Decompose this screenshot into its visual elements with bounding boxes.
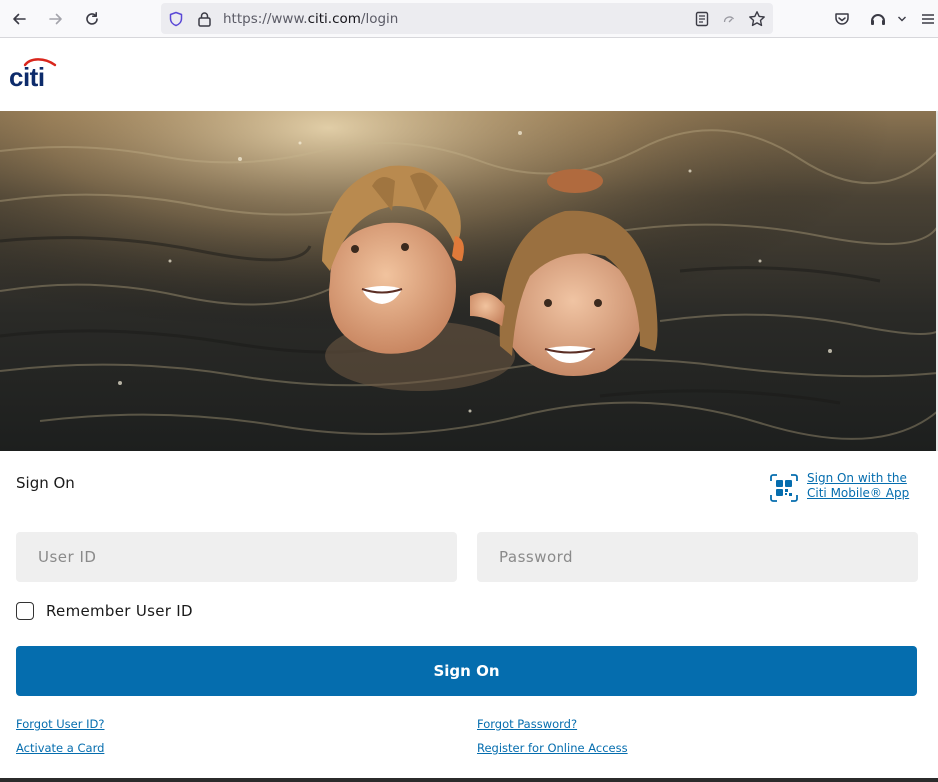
reload-icon[interactable] [82, 9, 102, 29]
url-host: citi.com [307, 11, 361, 27]
password-input[interactable] [477, 532, 918, 582]
url-path: /login [360, 11, 399, 27]
sign-on-heading: Sign On [16, 474, 75, 492]
mobile-link-text: Sign On with the Citi Mobile® App [807, 471, 909, 501]
browser-toolbar: https://www.citi.com/login [0, 0, 938, 38]
chevron-down-icon[interactable] [895, 12, 909, 26]
menu-icon[interactable] [919, 10, 937, 28]
remember-label: Remember User ID [46, 602, 193, 620]
activate-card-link[interactable]: Activate a Card [16, 741, 104, 755]
sign-on-mobile-app-link[interactable]: Sign On with the Citi Mobile® App [770, 471, 920, 505]
qr-code-icon [770, 474, 798, 506]
permissions-icon[interactable] [720, 10, 738, 28]
window-bottom-edge [0, 778, 938, 782]
reader-view-icon[interactable] [693, 10, 711, 28]
tracking-protection-shield-icon[interactable] [167, 10, 185, 28]
svg-text:citi: citi [9, 62, 45, 90]
site-header: citi [0, 38, 938, 111]
forgot-password-link[interactable]: Forgot Password? [477, 717, 577, 731]
url-text[interactable]: https://www.citi.com/login [223, 11, 398, 27]
lock-icon[interactable] [195, 10, 213, 28]
remember-user-id[interactable]: Remember User ID [16, 600, 193, 622]
forgot-user-id-link[interactable]: Forgot User ID? [16, 717, 105, 731]
hero-photo [0, 111, 938, 451]
url-prefix: https://www. [223, 11, 308, 27]
address-bar[interactable]: https://www.citi.com/login [161, 3, 773, 34]
mobile-link-line2: Citi Mobile® App [807, 486, 910, 500]
mobile-link-line1: Sign On with the [807, 471, 907, 485]
extension-headset-icon[interactable] [867, 8, 889, 30]
pocket-icon[interactable] [832, 9, 852, 29]
bookmark-star-icon[interactable] [747, 9, 767, 29]
back-icon[interactable] [9, 9, 29, 29]
register-online-access-link[interactable]: Register for Online Access [477, 741, 628, 755]
forward-icon[interactable] [46, 9, 66, 29]
citi-logo[interactable]: citi [9, 56, 57, 92]
remember-checkbox[interactable] [16, 602, 34, 620]
sign-on-button[interactable]: Sign On [16, 646, 917, 696]
user-id-input[interactable] [16, 532, 457, 582]
